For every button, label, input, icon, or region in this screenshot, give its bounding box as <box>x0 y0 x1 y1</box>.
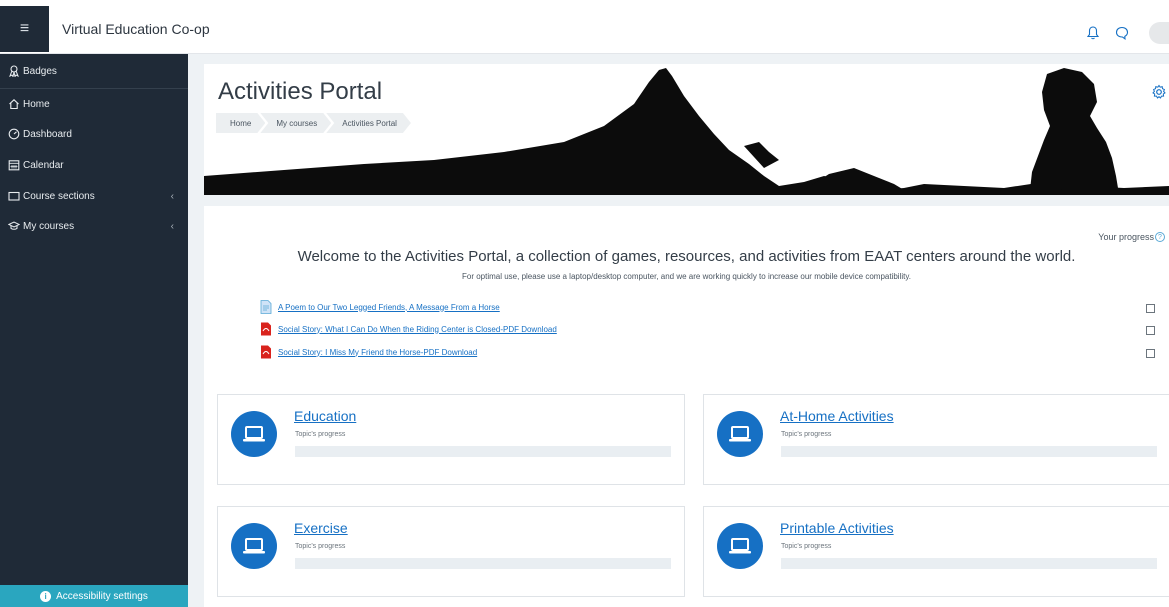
chat-icon[interactable] <box>1115 26 1129 40</box>
welcome-heading: Welcome to the Activities Portal, a coll… <box>297 248 1076 265</box>
sidebar-item-dashboard[interactable]: Dashboard <box>0 119 188 149</box>
chevron-left-icon: ‹ <box>170 190 174 202</box>
sidebar-item-badges[interactable]: Badges <box>0 56 188 86</box>
sidebar-item-label: My courses <box>23 220 75 232</box>
topic-tile-printable-activities[interactable]: Printable Activities Topic's progress <box>703 506 1169 597</box>
topic-tile-at-home-activities[interactable]: At-Home Activities Topic's progress <box>703 394 1169 485</box>
sidebar-item-my-courses[interactable]: My courses ‹ <box>0 211 188 241</box>
accessibility-settings-label: Accessibility settings <box>56 590 148 602</box>
sidebar-item-calendar[interactable]: Calendar <box>0 150 188 180</box>
your-progress-label: Your progress <box>1098 232 1154 242</box>
info-icon: i <box>40 590 52 602</box>
welcome-subnote: For optimal use, please use a laptop/des… <box>462 272 911 281</box>
topic-progress-label: Topic's progress <box>295 543 346 550</box>
activity-link[interactable]: A Poem to Our Two Legged Friends, A Mess… <box>278 303 500 312</box>
laptop-icon <box>717 411 763 457</box>
completion-checkbox[interactable] <box>1146 304 1155 313</box>
topic-tile-education[interactable]: Education Topic's progress <box>217 394 685 485</box>
badge-icon <box>9 65 19 77</box>
topic-title[interactable]: At-Home Activities <box>780 408 894 424</box>
menu-icon: ≡ <box>19 20 30 37</box>
sidebar-item-home[interactable]: Home <box>0 89 188 119</box>
page-icon <box>260 300 272 314</box>
page-header: Activities Portal Home My courses Activi… <box>204 64 1169 195</box>
breadcrumb-item-my-courses[interactable]: My courses <box>260 113 331 133</box>
accessibility-settings-button[interactable]: i Accessibility settings <box>0 585 188 607</box>
calendar-icon <box>8 160 20 171</box>
topic-progress-bar <box>781 446 1157 457</box>
activity-link[interactable]: Social Story: I Miss My Friend the Horse… <box>278 348 477 357</box>
top-navbar: ≡ Virtual Education Co-op <box>0 0 1169 54</box>
topic-title[interactable]: Education <box>294 408 356 424</box>
chevron-left-icon: ‹ <box>170 220 174 232</box>
breadcrumb-item-home[interactable]: Home <box>216 113 265 133</box>
sidebar-item-label: Home <box>23 98 50 110</box>
sidebar-item-course-sections[interactable]: Course sections ‹ <box>0 181 188 211</box>
topic-progress-label: Topic's progress <box>781 543 832 550</box>
gear-icon <box>1152 84 1166 99</box>
topic-title[interactable]: Printable Activities <box>780 520 894 536</box>
topic-progress-bar <box>295 446 671 457</box>
help-icon[interactable]: ? <box>1155 232 1165 242</box>
user-menu <box>1087 22 1169 44</box>
course-content: Your progress ? Welcome to the Activitie… <box>204 206 1169 607</box>
activity-link[interactable]: Social Story: What I Can Do When the Rid… <box>278 325 557 334</box>
folder-icon <box>8 191 20 201</box>
bell-icon[interactable] <box>1087 26 1099 40</box>
sidebar-item-label: Dashboard <box>23 128 72 140</box>
avatar[interactable] <box>1149 22 1169 44</box>
site-name[interactable]: Virtual Education Co-op <box>62 21 210 37</box>
topic-title[interactable]: Exercise <box>294 520 348 536</box>
breadcrumb-item-current[interactable]: Activities Portal <box>326 113 411 133</box>
laptop-icon <box>231 523 277 569</box>
topic-tile-exercise[interactable]: Exercise Topic's progress <box>217 506 685 597</box>
activity-item: Social Story: What I Can Do When the Rid… <box>260 322 557 336</box>
home-icon <box>9 99 19 110</box>
course-settings-button[interactable] <box>1151 84 1167 105</box>
sidebar: Badges Home Dashboard Calendar Course se… <box>0 54 188 607</box>
page-title: Activities Portal <box>218 78 383 105</box>
pdf-icon <box>261 345 271 359</box>
topic-progress-label: Topic's progress <box>295 431 346 438</box>
pdf-icon <box>261 322 271 336</box>
sidebar-item-label: Calendar <box>23 159 64 171</box>
topic-progress-bar <box>781 558 1157 569</box>
activity-item: A Poem to Our Two Legged Friends, A Mess… <box>260 300 500 314</box>
topic-progress-label: Topic's progress <box>781 431 832 438</box>
completion-checkbox[interactable] <box>1146 326 1155 335</box>
laptop-icon <box>231 411 277 457</box>
dashboard-icon <box>8 128 20 140</box>
sidebar-item-label: Course sections <box>23 190 95 202</box>
menu-toggle-button[interactable]: ≡ <box>0 6 49 52</box>
completion-checkbox[interactable] <box>1146 349 1155 358</box>
activity-item: Social Story: I Miss My Friend the Horse… <box>260 345 477 359</box>
laptop-icon <box>717 523 763 569</box>
sidebar-item-label: Badges <box>23 65 57 77</box>
breadcrumb: Home My courses Activities Portal <box>216 113 406 133</box>
graduation-cap-icon <box>8 221 20 230</box>
topic-progress-bar <box>295 558 671 569</box>
your-progress: Your progress ? <box>1098 232 1165 242</box>
